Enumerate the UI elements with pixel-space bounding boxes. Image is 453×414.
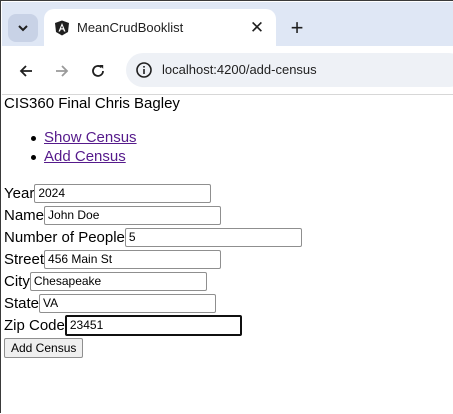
add-census-link[interactable]: Add Census bbox=[44, 148, 126, 165]
year-row: Year bbox=[4, 182, 212, 204]
url-text[interactable]: localhost:4200/add-census bbox=[162, 62, 317, 77]
zip-label: Zip Code bbox=[4, 316, 65, 334]
street-label: Street bbox=[4, 250, 45, 268]
reload-icon bbox=[92, 65, 104, 77]
browser-window: MeanCrudBooklist ✕ + localhost:4200/add-… bbox=[0, 0, 453, 413]
chevron-down-icon bbox=[18, 25, 28, 32]
state-row: State bbox=[4, 292, 217, 314]
street-row: Street bbox=[4, 248, 222, 270]
browser-toolbar: localhost:4200/add-census bbox=[2, 46, 453, 95]
city-label: City bbox=[4, 272, 30, 290]
state-field[interactable] bbox=[39, 293, 217, 313]
tab-strip: MeanCrudBooklist ✕ + bbox=[2, 2, 453, 47]
year-label: Year bbox=[4, 184, 35, 202]
state-label: State bbox=[4, 294, 40, 312]
angular-logo-icon bbox=[55, 20, 69, 36]
close-tab-icon[interactable]: ✕ bbox=[248, 18, 266, 37]
arrow-right-icon bbox=[56, 65, 69, 77]
site-info-icon[interactable] bbox=[134, 60, 154, 80]
page-content: CIS360 Final Chris Bagley Show Census Ad… bbox=[2, 95, 453, 414]
address-bar[interactable]: localhost:4200/add-census bbox=[126, 53, 453, 87]
people-row: Number of People bbox=[4, 226, 302, 248]
browser-tab[interactable]: MeanCrudBooklist ✕ bbox=[44, 9, 276, 47]
people-label: Number of People bbox=[4, 228, 125, 246]
name-row: Name bbox=[4, 204, 222, 226]
forward-button[interactable] bbox=[50, 59, 74, 83]
list-item: Show Census bbox=[4, 129, 137, 148]
tab-title: MeanCrudBooklist bbox=[77, 20, 184, 35]
arrow-left-icon bbox=[19, 65, 32, 77]
city-field[interactable] bbox=[29, 271, 207, 291]
new-tab-button[interactable]: + bbox=[286, 17, 308, 39]
street-field[interactable] bbox=[44, 249, 222, 269]
people-field[interactable] bbox=[124, 227, 302, 247]
city-row: City bbox=[4, 270, 207, 292]
add-census-button[interactable]: Add Census bbox=[4, 338, 84, 358]
back-button[interactable] bbox=[14, 59, 38, 83]
reload-button[interactable] bbox=[86, 59, 110, 83]
show-census-link[interactable]: Show Census bbox=[44, 129, 137, 146]
zip-row: Zip Code bbox=[4, 314, 242, 336]
zip-field[interactable] bbox=[64, 314, 242, 336]
tab-search-button[interactable] bbox=[8, 14, 38, 42]
name-label: Name bbox=[4, 206, 45, 224]
page-title: CIS360 Final Chris Bagley bbox=[4, 95, 180, 112]
list-item: Add Census bbox=[4, 148, 137, 167]
nav-list: Show Census Add Census bbox=[4, 129, 137, 167]
year-field[interactable] bbox=[34, 183, 212, 203]
name-field[interactable] bbox=[44, 205, 222, 225]
